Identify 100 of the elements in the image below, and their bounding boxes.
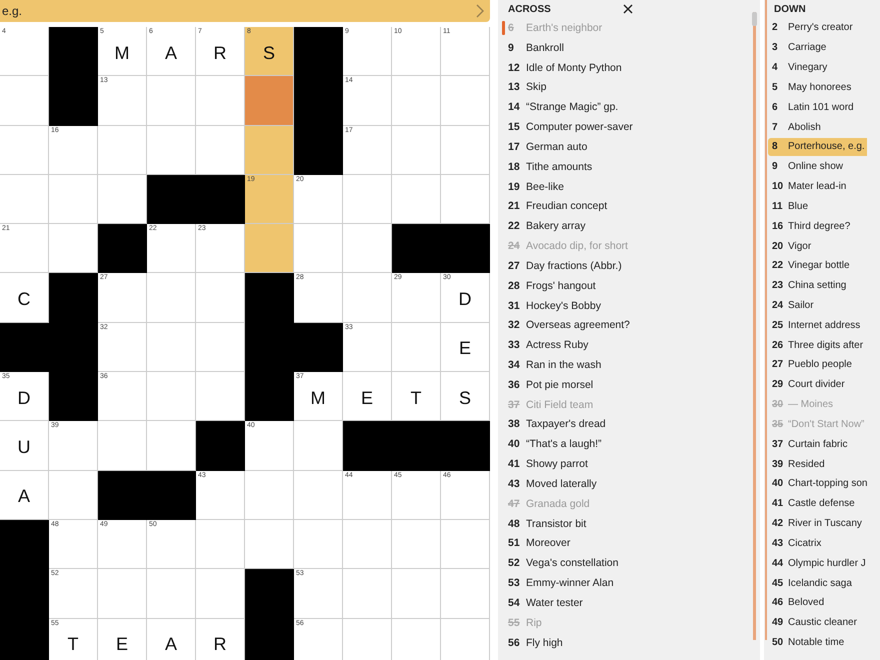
clue-item[interactable]: 7 Abolish bbox=[768, 118, 823, 136]
grid-cell[interactable] bbox=[245, 76, 294, 126]
grid-cell[interactable] bbox=[98, 126, 147, 175]
grid-cell[interactable] bbox=[147, 76, 196, 126]
grid-cell[interactable] bbox=[441, 569, 490, 619]
grid-cell[interactable] bbox=[392, 174, 441, 224]
clue-item[interactable]: 43 Cicatrix bbox=[768, 534, 824, 552]
clue-item[interactable]: 37 Curtain fabric bbox=[768, 435, 850, 454]
grid-cell[interactable] bbox=[196, 569, 245, 619]
grid-cell[interactable] bbox=[147, 126, 196, 175]
clue-item[interactable]: 5 May honorees bbox=[768, 78, 854, 96]
clue-item[interactable]: 12 Idle of Monty Python bbox=[502, 58, 626, 77]
grid-cell[interactable] bbox=[245, 224, 294, 274]
clue-item[interactable]: 40 Chart-topping son bbox=[768, 474, 870, 493]
clue-item[interactable]: 21 Freudian concept bbox=[502, 197, 612, 216]
clue-item[interactable]: 23 China setting bbox=[768, 276, 848, 295]
grid-cell[interactable] bbox=[98, 174, 147, 224]
grid-cell[interactable] bbox=[98, 421, 147, 471]
grid-cell[interactable] bbox=[49, 470, 98, 520]
grid-cell[interactable] bbox=[441, 174, 490, 224]
grid-cell[interactable] bbox=[392, 322, 441, 372]
grid-cell[interactable] bbox=[245, 520, 294, 570]
grid-cell[interactable] bbox=[294, 470, 343, 520]
clue-item[interactable]: 4 Vinegary bbox=[768, 58, 830, 77]
clue-item[interactable]: 24 Sailor bbox=[768, 296, 816, 314]
grid-cell[interactable] bbox=[441, 618, 490, 660]
grid-cell[interactable] bbox=[0, 174, 49, 224]
scrollbar-thumb[interactable] bbox=[752, 12, 757, 26]
clue-item[interactable]: 31 Hockey's Bobby bbox=[502, 296, 605, 314]
clue-item[interactable]: 39 Resided bbox=[768, 455, 827, 474]
clue-item[interactable]: 11 Blue bbox=[768, 197, 810, 216]
grid-cell[interactable] bbox=[196, 273, 245, 323]
chevron-right-icon[interactable] bbox=[476, 4, 484, 18]
grid-cell[interactable] bbox=[343, 224, 392, 274]
clue-item[interactable]: 51 Moreover bbox=[502, 534, 574, 552]
grid-cell[interactable] bbox=[49, 224, 98, 274]
grid-cell[interactable]: C bbox=[0, 273, 49, 323]
grid-cell[interactable] bbox=[49, 174, 98, 224]
grid-cell[interactable]: U bbox=[0, 421, 49, 471]
clue-item[interactable]: 45 Icelandic saga bbox=[768, 574, 854, 592]
grid-cell[interactable]: E bbox=[343, 372, 392, 422]
grid-cell[interactable]: S bbox=[441, 372, 490, 422]
grid-cell[interactable]: A bbox=[0, 470, 49, 520]
clue-item[interactable]: 46 Beloved bbox=[768, 594, 826, 612]
clue-item[interactable]: 33 Actress Ruby bbox=[502, 336, 592, 354]
grid-cell[interactable]: T bbox=[392, 372, 441, 422]
grid-cell[interactable] bbox=[147, 273, 196, 323]
grid-cell[interactable] bbox=[392, 520, 441, 570]
clue-item[interactable]: 27 Pueblo people bbox=[768, 356, 854, 374]
grid-cell[interactable] bbox=[196, 126, 245, 175]
clue-item[interactable]: 18 Tithe amounts bbox=[502, 158, 596, 176]
clue-item[interactable]: 10 Mater lead-in bbox=[768, 178, 848, 196]
clue-item[interactable]: 29 Court divider bbox=[768, 376, 847, 394]
grid-cell[interactable] bbox=[343, 520, 392, 570]
clue-item[interactable]: 22 Vinegar bottle bbox=[768, 256, 852, 275]
grid-cell[interactable] bbox=[196, 322, 245, 372]
close-icon[interactable] bbox=[623, 4, 633, 14]
clue-item[interactable]: 17 German auto bbox=[502, 138, 592, 156]
clue-item[interactable]: 34 Ran in the wash bbox=[502, 356, 606, 374]
clue-item[interactable]: 20 Vigor bbox=[768, 237, 814, 256]
grid-cell[interactable] bbox=[343, 273, 392, 323]
grid-cell[interactable] bbox=[147, 569, 196, 619]
clue-item[interactable]: 2 Perry's creator bbox=[768, 18, 855, 37]
grid-cell[interactable] bbox=[392, 126, 441, 175]
grid-cell[interactable] bbox=[343, 569, 392, 619]
clue-item[interactable]: 8 Porterhouse, e.g. bbox=[768, 138, 867, 156]
grid-cell[interactable] bbox=[196, 76, 245, 126]
grid-cell[interactable] bbox=[98, 569, 147, 619]
clue-item[interactable]: 42 River in Tuscany bbox=[768, 514, 864, 533]
clue-item[interactable]: 48 Transistor bit bbox=[502, 514, 590, 533]
clue-item[interactable]: 13 Skip bbox=[502, 78, 550, 96]
clue-item[interactable]: 36 Pot pie morsel bbox=[502, 376, 598, 394]
clue-item[interactable]: 26 Three digits after bbox=[768, 336, 866, 354]
grid-cell[interactable] bbox=[147, 322, 196, 372]
grid-cell[interactable]: R bbox=[196, 618, 245, 660]
grid-cell[interactable]: E bbox=[98, 618, 147, 660]
grid-cell[interactable] bbox=[147, 372, 196, 422]
grid-cell[interactable] bbox=[294, 224, 343, 274]
grid-cell[interactable] bbox=[392, 76, 441, 126]
grid-cell[interactable]: E bbox=[441, 322, 490, 372]
grid-cell[interactable] bbox=[196, 520, 245, 570]
clue-item[interactable]: 14 “Strange Magic” gp. bbox=[502, 98, 622, 116]
clue-item[interactable]: 44 Olympic hurdler J bbox=[768, 554, 868, 572]
clue-item[interactable]: 9 Online show bbox=[768, 158, 846, 176]
clue-item[interactable]: 27 Day fractions (Abbr.) bbox=[502, 256, 626, 275]
grid-cell[interactable] bbox=[441, 126, 490, 175]
clue-item[interactable]: 52 Vega's constellation bbox=[502, 554, 622, 572]
grid-cell[interactable] bbox=[343, 618, 392, 660]
grid-cell[interactable] bbox=[196, 372, 245, 422]
grid-cell[interactable] bbox=[245, 470, 294, 520]
clue-item[interactable]: 3 Carriage bbox=[768, 38, 828, 57]
grid-cell[interactable] bbox=[294, 421, 343, 471]
clue-item[interactable]: 9 Bankroll bbox=[502, 38, 568, 57]
clue-item[interactable]: 43 Moved laterally bbox=[502, 474, 601, 493]
grid-cell[interactable] bbox=[245, 126, 294, 175]
grid-cell[interactable] bbox=[147, 421, 196, 471]
grid-cell[interactable] bbox=[0, 76, 49, 126]
clue-item[interactable]: 19 Bee-like bbox=[502, 178, 568, 196]
clue-item[interactable]: 49 Caustic cleaner bbox=[768, 614, 859, 632]
clue-item[interactable]: 6 Latin 101 word bbox=[768, 98, 856, 116]
